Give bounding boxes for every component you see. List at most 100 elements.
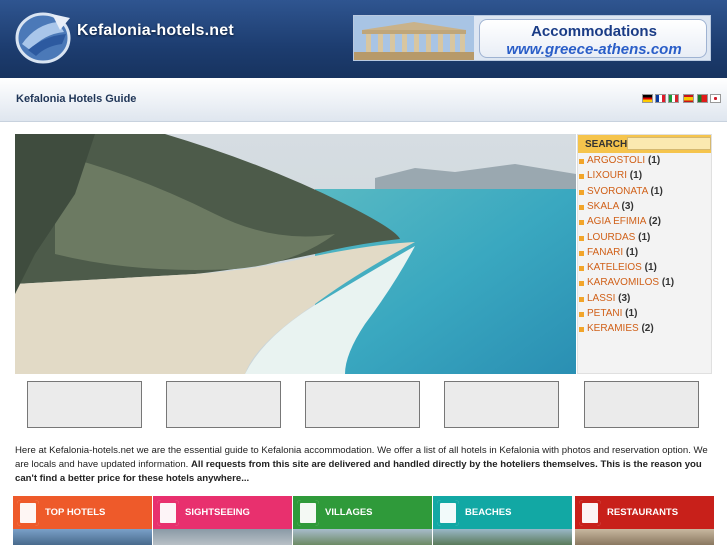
location-count: (3) — [618, 292, 631, 304]
location-link[interactable]: LASSI — [587, 293, 615, 304]
category-header[interactable]: SIGHTSEEING — [153, 496, 292, 529]
location-link[interactable]: ARGOSTOLI — [587, 155, 645, 166]
location-count: (1) — [650, 185, 663, 197]
parthenon-image — [354, 16, 474, 60]
location-link[interactable]: KARAVOMILOS — [587, 277, 659, 288]
category-header[interactable]: TOP HOTELS — [13, 496, 152, 529]
spanish-flag-icon[interactable] — [683, 94, 694, 103]
location-link[interactable]: FANARI — [587, 247, 623, 258]
japanese-flag-icon[interactable] — [710, 94, 721, 103]
location-count: (1) — [647, 155, 661, 166]
category-header[interactable]: BEACHES — [433, 496, 572, 529]
location-item[interactable]: PETANI (1) — [578, 308, 711, 322]
location-entry: LASSI (3) — [587, 293, 630, 304]
location-count: (1) — [625, 246, 639, 258]
location-item[interactable]: KARAVOMILOS (1) — [578, 277, 711, 291]
fork-knife-icon — [579, 500, 601, 526]
category-label[interactable]: RESTAURANTS — [607, 507, 678, 518]
location-entry: SKALA (3) — [587, 201, 634, 212]
location-link[interactable]: LIXOURI — [587, 170, 627, 181]
location-item[interactable]: KERAMIES (2) — [578, 323, 711, 337]
location-item[interactable]: LOURDAS (1) — [578, 232, 711, 246]
thumbnail-5[interactable] — [584, 381, 699, 428]
location-item[interactable]: SVORONATA (1) — [578, 186, 711, 200]
location-count: (1) — [629, 170, 643, 182]
location-item[interactable]: LASSI (3) — [578, 293, 711, 307]
location-entry: AGIA EFIMIA (2) — [587, 216, 661, 227]
site-title[interactable]: Kefalonia-hotels.net — [77, 22, 234, 40]
camera-icon — [157, 500, 179, 526]
category-photo — [293, 529, 432, 545]
thumbnail-2[interactable] — [166, 381, 281, 428]
location-link[interactable]: KERAMIES — [587, 323, 639, 334]
italian-flag-icon[interactable] — [668, 94, 679, 103]
location-item[interactable]: SKALA (3) — [578, 201, 711, 215]
category-tile[interactable]: VILLAGES — [293, 496, 432, 545]
bullet-icon — [579, 312, 584, 317]
logo-icon[interactable] — [14, 10, 72, 64]
accommodations-banner[interactable]: Accommodations www.greece-athens.com — [353, 15, 711, 61]
location-entry: KATELEIOS (1) — [587, 262, 657, 273]
bullet-icon — [579, 327, 584, 333]
category-tile[interactable]: BEACHES — [433, 496, 572, 545]
location-sidebar: SEARCH ARGOSTOLI (1) LIXOURI (1) SVORONATA… — [577, 134, 712, 374]
category-photo — [13, 529, 152, 545]
bed-icon — [17, 500, 39, 526]
location-link[interactable]: AGIA EFIMIA — [587, 216, 646, 227]
thumbnail-1[interactable] — [27, 381, 142, 428]
location-count: (2) — [648, 216, 661, 228]
location-link[interactable]: SVORONATA — [587, 186, 648, 197]
location-item[interactable]: ARGOSTOLI (1) — [578, 155, 711, 169]
site-header: Kefalonia-hotels.net Accommodations www.… — [0, 0, 727, 78]
location-count: (1) — [661, 277, 675, 289]
search-bar: SEARCH — [578, 135, 711, 153]
banner-text-box: Accommodations www.greece-athens.com — [479, 19, 707, 58]
category-photo — [433, 529, 572, 545]
location-count: (1) — [625, 308, 638, 319]
category-label[interactable]: TOP HOTELS — [45, 507, 105, 518]
category-photo — [153, 529, 292, 545]
banner-title: Accommodations — [531, 23, 657, 40]
location-link[interactable]: KATELEIOS — [587, 262, 642, 273]
location-entry: LIXOURI (1) — [587, 170, 642, 181]
category-tile[interactable]: RESTAURANTS — [575, 496, 714, 545]
bullet-icon — [579, 189, 584, 195]
bullet-icon — [579, 174, 584, 180]
guide-bar: Kefalonia Hotels Guide — [0, 78, 727, 122]
category-label[interactable]: BEACHES — [465, 507, 511, 518]
page-title: Kefalonia Hotels Guide — [16, 93, 137, 105]
bullet-icon — [579, 159, 584, 164]
location-item[interactable]: KATELEIOS (1) — [578, 262, 711, 276]
thumbnail-3[interactable] — [305, 381, 420, 428]
village-icon — [297, 500, 319, 526]
location-entry: FANARI (1) — [587, 247, 638, 258]
thumbnail-4[interactable] — [444, 381, 559, 428]
bullet-icon — [579, 204, 584, 210]
search-input[interactable] — [627, 137, 711, 150]
category-header[interactable]: RESTAURANTS — [575, 496, 714, 529]
location-item[interactable]: LIXOURI (1) — [578, 170, 711, 184]
category-header[interactable]: VILLAGES — [293, 496, 432, 529]
location-item[interactable]: FANARI (1) — [578, 247, 711, 261]
category-label[interactable]: VILLAGES — [325, 507, 373, 518]
location-link[interactable]: PETANI — [587, 308, 622, 319]
german-flag-icon[interactable] — [642, 94, 653, 103]
location-link[interactable]: LOURDAS — [587, 232, 635, 243]
kefalonia-beach-photo — [15, 134, 576, 374]
bullet-icon — [579, 266, 584, 272]
location-count: (2) — [641, 323, 654, 335]
category-label[interactable]: SIGHTSEEING — [185, 507, 250, 518]
location-count: (3) — [621, 200, 634, 212]
category-tile[interactable]: SIGHTSEEING — [153, 496, 292, 545]
location-link[interactable]: SKALA — [587, 201, 619, 212]
bullet-icon — [579, 235, 584, 241]
location-entry: KARAVOMILOS (1) — [587, 277, 674, 288]
location-item[interactable]: AGIA EFIMIA (2) — [578, 216, 711, 230]
banner-url: www.greece-athens.com — [506, 41, 682, 58]
location-entry: PETANI (1) — [587, 308, 637, 319]
portuguese-flag-icon[interactable] — [697, 94, 708, 103]
french-flag-icon[interactable] — [655, 94, 666, 103]
category-tile[interactable]: TOP HOTELS — [13, 496, 152, 545]
bullet-icon — [579, 250, 584, 256]
location-entry: KERAMIES (2) — [587, 323, 654, 334]
